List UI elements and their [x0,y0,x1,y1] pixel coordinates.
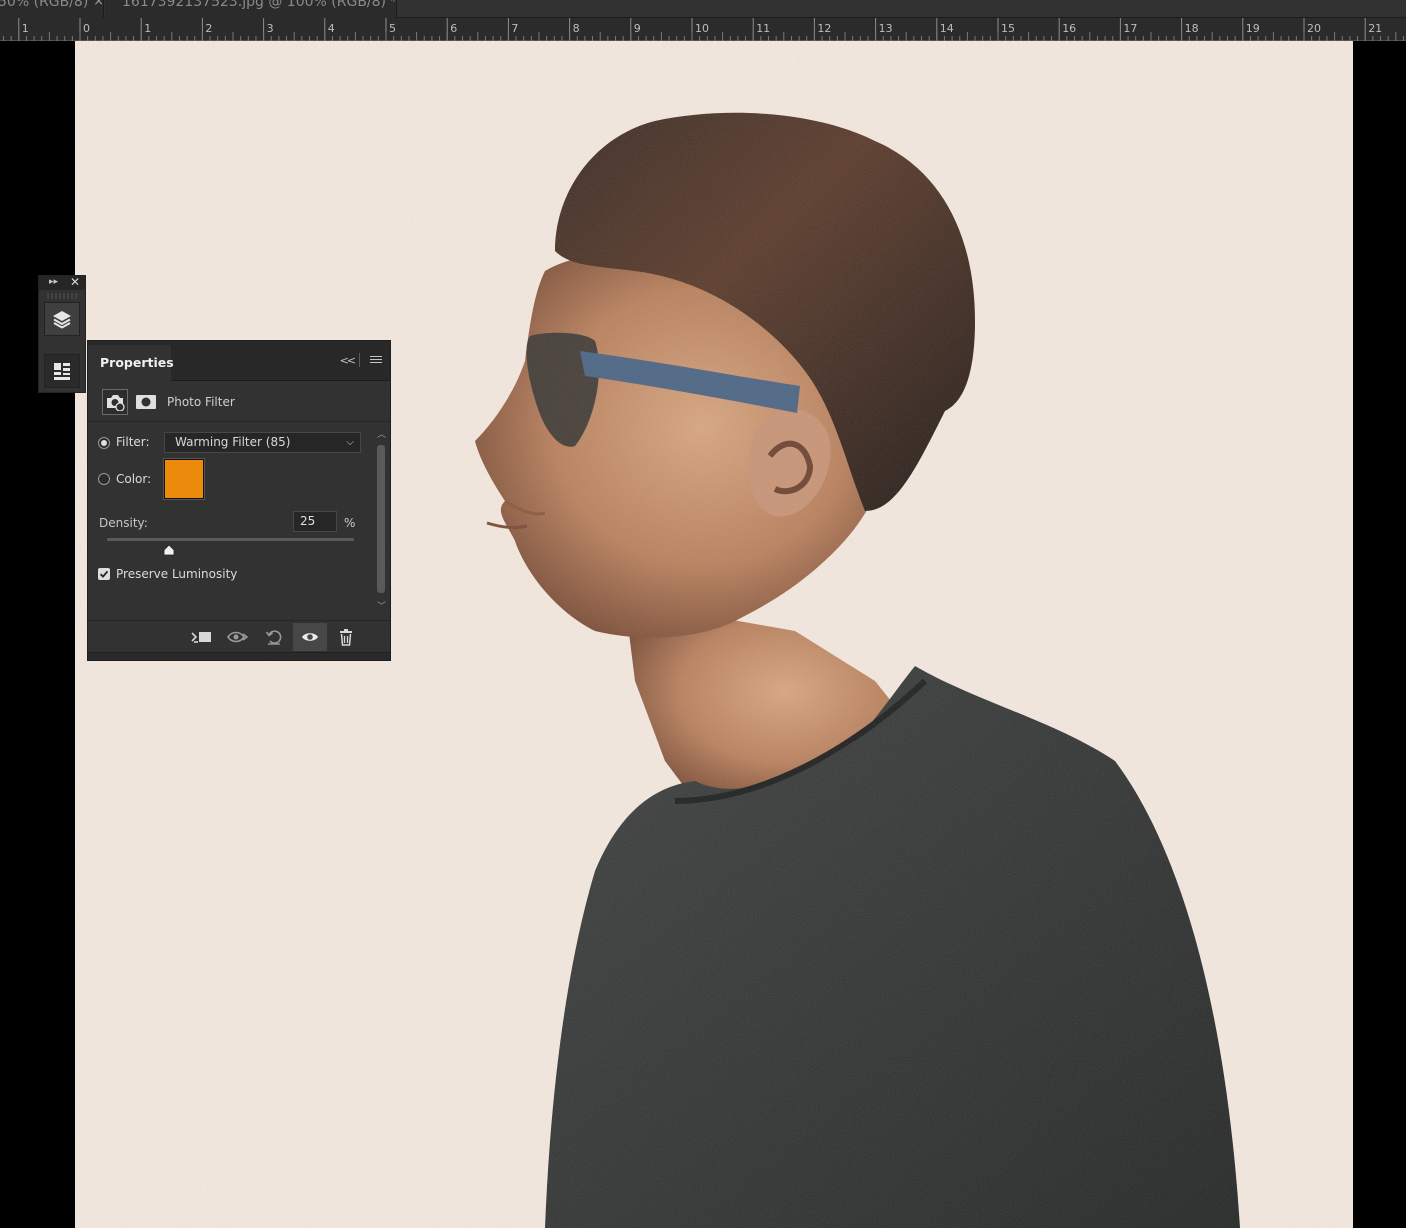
adjustment-header: Photo Filter [88,382,390,422]
properties-icon [54,363,70,380]
document-tab-2-label: 1617392137523.jpg @ 100% (RGB/8) * [122,0,397,10]
collapse-panel-icon[interactable]: << [340,354,357,367]
trash-icon [340,629,352,646]
horizontal-ruler[interactable]: 1 0 1 2 3 4 5 6 7 8 9 10 11 12 13 14 15 16 17 18 19 20 21 [0,18,1406,41]
density-slider-track[interactable] [107,538,354,541]
photo-filter-camera-icon [107,395,125,411]
photo-filter-settings: Filter: Warming Filter (85) ⌵ Color: Den… [88,423,372,619]
filter-label: Filter: [116,435,150,449]
document-tab-bar: 50% (RGB/8) × 1617392137523.jpg @ 100% (R… [0,0,1406,18]
color-label: Color: [116,472,152,486]
view-previous-state-button[interactable] [221,623,255,651]
ruler-number: 18 [1184,22,1199,35]
ruler-number: 17 [1123,22,1138,35]
ruler-number: 21 [1368,22,1383,35]
toggle-visibility-button[interactable] [293,623,327,651]
layers-icon [53,311,71,329]
properties-panel: Properties << Photo Filter Filter: Warmi… [87,340,391,661]
density-input[interactable]: 25 [293,511,337,532]
visibility-eye-icon [302,633,318,641]
collapsed-panel-dock: ▸▸ ✕ [38,275,86,393]
ruler-number: 12 [817,22,832,35]
clip-to-layer-icon [191,632,211,643]
document-tab-1[interactable]: 50% (RGB/8) × [0,0,104,18]
layers-panel-button[interactable] [44,302,80,336]
ruler-number: 8 [572,22,580,35]
layer-mask-icon [136,395,156,409]
dock-grip[interactable] [47,293,77,299]
close-icon[interactable]: × [93,0,103,9]
density-unit: % [344,516,356,530]
properties-panel-button[interactable] [44,354,80,388]
expand-panels-icon[interactable]: ▸▸ [49,277,58,287]
density-slider-thumb[interactable] [162,544,176,556]
ruler-number: 9 [633,22,641,35]
properties-scrollbar[interactable]: ︿ ﹀ [373,427,389,617]
ruler-number: 11 [756,22,771,35]
dock-header[interactable]: ▸▸ ✕ [39,275,85,290]
mask-settings-button[interactable] [134,390,158,414]
adjustment-settings-button[interactable] [102,389,128,415]
color-swatch[interactable] [163,458,205,500]
tab-properties[interactable]: Properties [88,345,174,381]
properties-footer [88,620,390,652]
document-tab-2[interactable]: 1617392137523.jpg @ 100% (RGB/8) *× [105,0,397,18]
scroll-down-icon[interactable]: ﹀ [377,599,386,612]
preserve-luminosity-checkbox[interactable] [98,568,110,580]
ruler-number: 5 [389,22,396,35]
reset-button[interactable] [257,623,291,651]
delete-adjustment-button[interactable] [329,623,363,651]
document-tab-1-label: 50% (RGB/8) [0,0,89,10]
properties-panel-tabbar[interactable]: Properties << [88,341,390,381]
ruler-number: 0 [83,22,90,35]
density-label: Density: [99,516,148,530]
filter-dropdown[interactable]: Warming Filter (85) ⌵ [164,432,361,453]
ruler-number: 16 [1062,22,1077,35]
ruler-number: 14 [939,22,954,35]
checkmark-icon [99,570,109,578]
adjustment-title: Photo Filter [167,395,235,409]
ruler-number: 6 [450,22,458,35]
chevron-down-icon: ⌵ [346,437,354,448]
close-icon[interactable]: ✕ [70,275,80,289]
panel-bottom-strip [88,652,390,660]
ruler-number: 10 [695,22,709,35]
scroll-up-icon[interactable]: ︿ [377,427,386,440]
ruler-number: 20 [1307,22,1321,35]
ruler-number: 19 [1245,22,1260,35]
preserve-luminosity-label: Preserve Luminosity [116,567,238,581]
ruler-number: 7 [511,22,519,35]
ruler-number: 3 [266,22,274,35]
color-radio[interactable] [98,473,110,485]
ruler-number: 13 [878,22,893,35]
tabbar-divider [359,353,360,367]
filter-radio[interactable] [98,437,110,449]
filter-dropdown-value: Warming Filter (85) [175,435,291,449]
ruler-number: 4 [327,22,335,35]
ruler-number: 1 [144,22,152,35]
scrollbar-thumb[interactable] [377,445,385,593]
reset-icon [265,630,282,645]
ruler-number: 1 [21,22,29,35]
ruler-number: 2 [205,22,213,35]
clip-to-layer-button[interactable] [184,623,218,651]
panel-menu-icon[interactable] [370,356,382,366]
ruler-number: 15 [1001,22,1015,35]
view-previous-state-icon [227,631,249,643]
